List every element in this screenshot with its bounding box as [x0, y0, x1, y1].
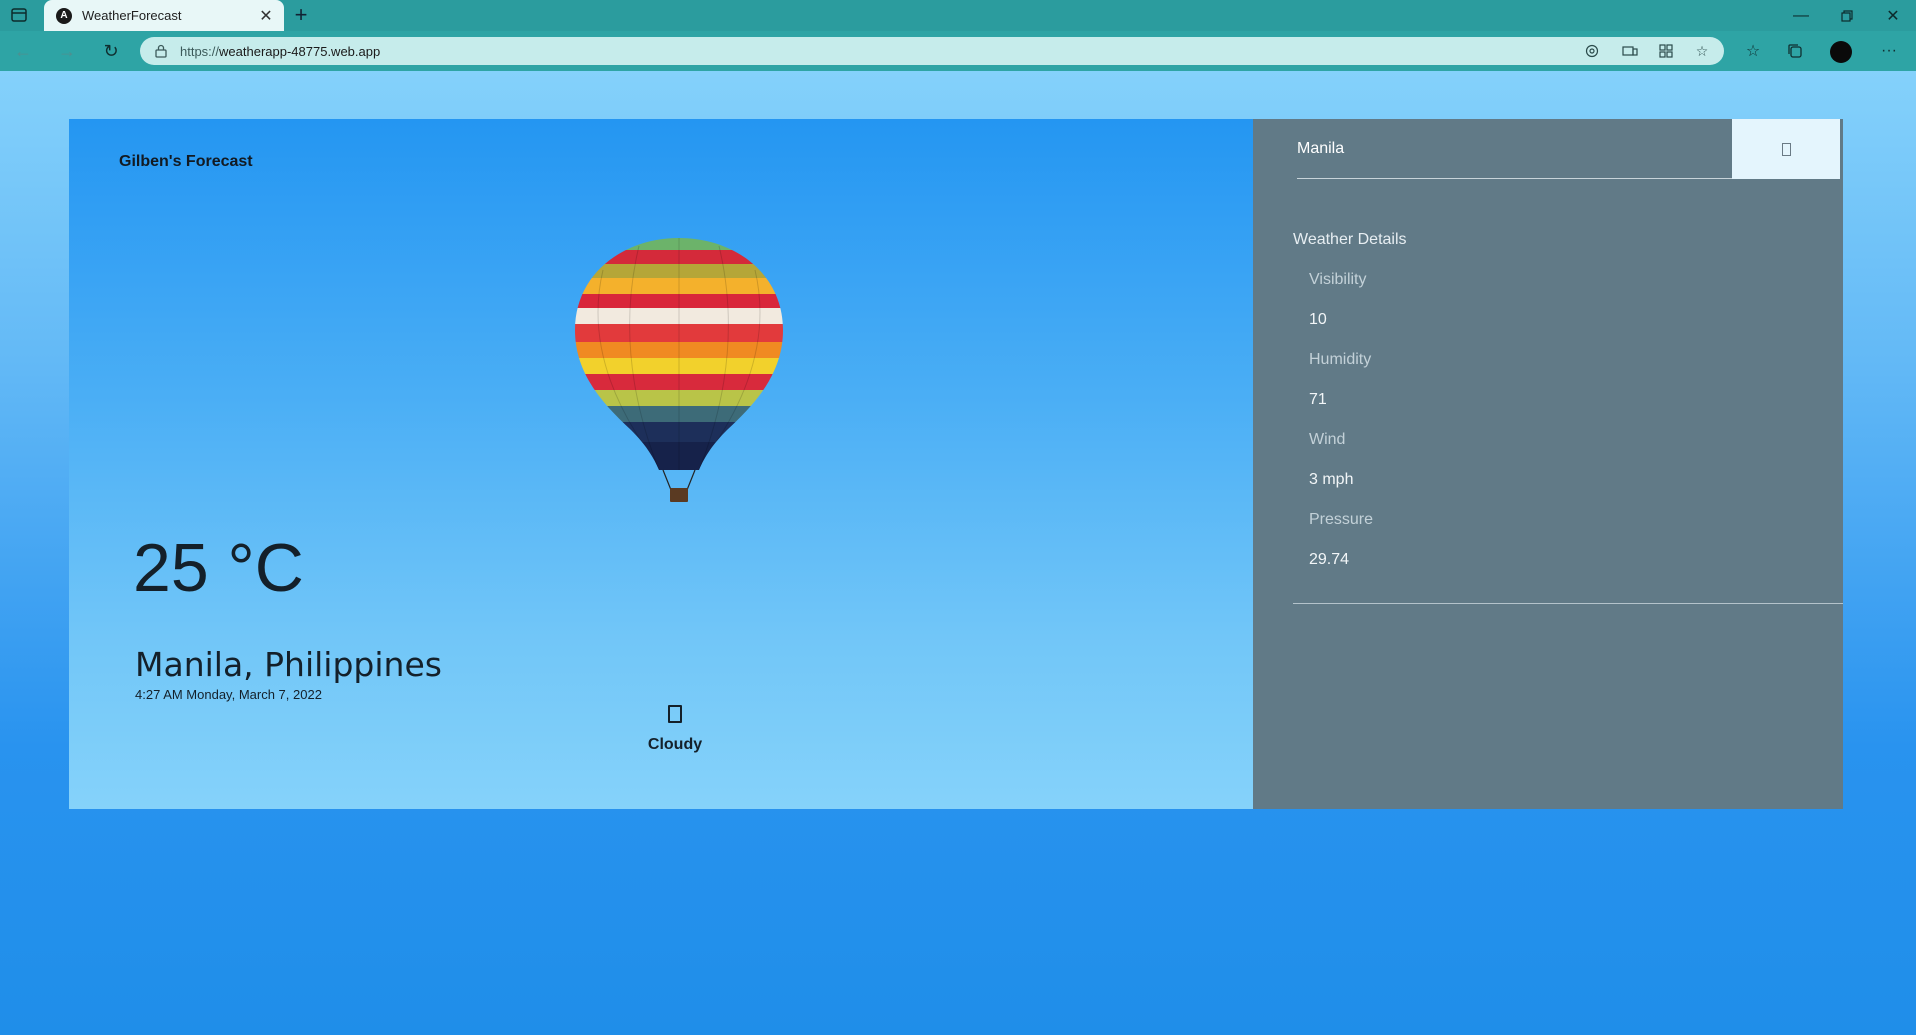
- humidity-value: 71: [1309, 391, 1327, 408]
- wind-value: 3 mph: [1309, 471, 1354, 488]
- temperature: 25 °C: [133, 530, 304, 606]
- search-icon: [1781, 142, 1791, 156]
- browser-tab[interactable]: A WeatherForecast ✕: [44, 0, 284, 31]
- lock-icon: [155, 44, 167, 58]
- apps-icon[interactable]: [1656, 43, 1676, 59]
- cloud-icon: [668, 705, 682, 723]
- angular-favicon-icon: A: [56, 7, 72, 24]
- add-favorite-icon[interactable]: ☆: [1692, 43, 1712, 59]
- brand-title: Gilben's Forecast: [119, 153, 253, 170]
- weather-card: Gilben's Forecast 25 °C Manila, Philippi…: [69, 119, 1843, 809]
- pressure-label: Pressure: [1309, 511, 1374, 528]
- arrow-left-icon[interactable]: ←: [10, 39, 36, 63]
- visibility-value: 10: [1309, 311, 1327, 328]
- browser-tab-bar: A WeatherForecast ✕ + — ✕: [0, 0, 1916, 31]
- restore-icon[interactable]: [1824, 0, 1870, 31]
- weather-main-panel: Gilben's Forecast 25 °C Manila, Philippi…: [69, 119, 1253, 809]
- hot-air-balloon-image: [575, 238, 783, 502]
- close-tab-icon[interactable]: ✕: [258, 6, 274, 26]
- date-time: 4:27 AM Monday, March 7, 2022: [135, 687, 322, 702]
- collections-icon[interactable]: [1782, 39, 1808, 63]
- more-options-icon[interactable]: ···: [1876, 39, 1902, 63]
- close-window-icon[interactable]: ✕: [1870, 0, 1916, 31]
- location-name: Manila, Philippines: [135, 645, 442, 684]
- wind-label: Wind: [1309, 431, 1346, 448]
- refresh-icon[interactable]: ↻: [98, 39, 124, 63]
- minimize-icon[interactable]: —: [1778, 0, 1824, 31]
- pressure-value: 29.74: [1309, 551, 1350, 568]
- address-bar[interactable]: https://weatherapp-48775.web.app ☆: [140, 37, 1724, 65]
- search-button[interactable]: [1732, 119, 1840, 179]
- page-viewport: Gilben's Forecast 25 °C Manila, Philippi…: [0, 71, 1916, 1035]
- weather-details-panel: Weather Details Visibility 10 Humidity 7…: [1253, 119, 1843, 809]
- condition-label: Cloudy: [647, 736, 703, 753]
- url-text: https://weatherapp-48775.web.app: [180, 43, 381, 59]
- details-divider: [1293, 603, 1843, 604]
- location-icon[interactable]: [1582, 43, 1602, 59]
- new-tab-button[interactable]: +: [290, 4, 312, 26]
- read-aloud-icon[interactable]: [1620, 43, 1640, 59]
- tab-title: WeatherForecast: [82, 8, 182, 23]
- arrow-right-icon[interactable]: →: [54, 39, 80, 63]
- humidity-label: Humidity: [1309, 351, 1372, 368]
- profile-avatar[interactable]: [1830, 41, 1852, 63]
- weather-details-heading: Weather Details: [1293, 231, 1407, 248]
- tab-actions-icon[interactable]: [10, 7, 28, 23]
- browser-toolbar: ← → ↻ https://weatherapp-48775.web.app ☆…: [0, 31, 1916, 71]
- favorites-icon[interactable]: ☆: [1740, 39, 1766, 63]
- visibility-label: Visibility: [1309, 271, 1367, 288]
- city-search-input[interactable]: [1297, 119, 1732, 179]
